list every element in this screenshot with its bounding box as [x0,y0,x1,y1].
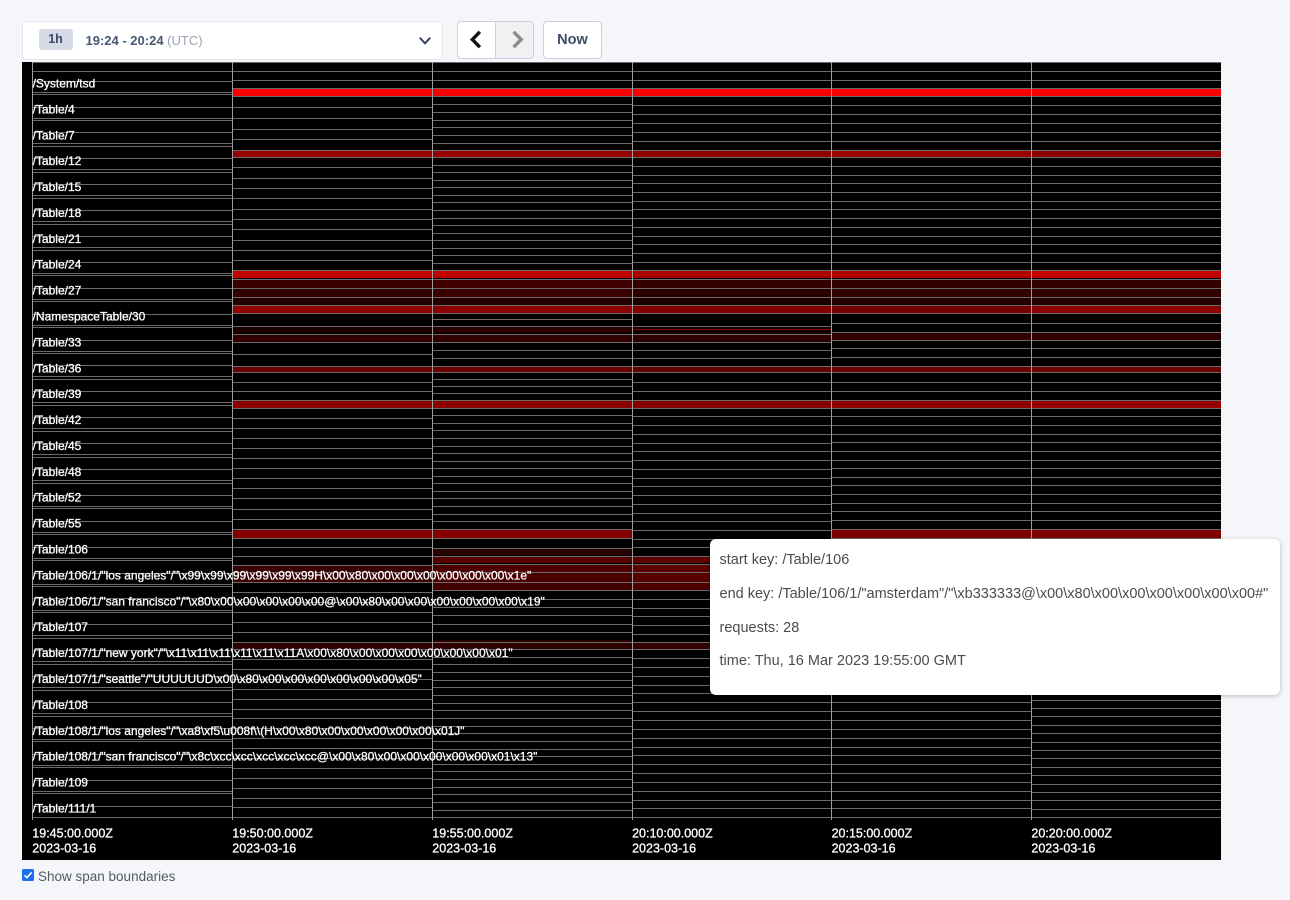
svg-text:/Table/27: /Table/27 [32,283,81,297]
svg-text:/Table/12: /Table/12 [32,154,81,168]
svg-text:/Table/36: /Table/36 [32,361,81,375]
svg-text:19:45:00.000Z: 19:45:00.000Z [32,826,113,840]
svg-text:/Table/55: /Table/55 [32,516,81,530]
svg-text:/Table/109: /Table/109 [32,775,88,789]
svg-text:/Table/4: /Table/4 [32,102,74,116]
svg-text:/Table/48: /Table/48 [32,464,81,478]
svg-text:/Table/111/1: /Table/111/1 [32,801,96,815]
svg-text:/Table/33: /Table/33 [32,335,81,349]
svg-text:/Table/45: /Table/45 [32,439,81,453]
svg-text:/Table/108/1/"san francisco"/": /Table/108/1/"san francisco"/"\x8c\xcc\x… [32,749,537,763]
svg-text:2023-03-16: 2023-03-16 [632,841,696,855]
svg-text:2023-03-16: 2023-03-16 [831,841,895,855]
svg-text:20:20:00.000Z: 20:20:00.000Z [1031,826,1112,840]
svg-text:/Table/39: /Table/39 [32,387,81,401]
svg-text:/Table/107: /Table/107 [32,620,88,634]
svg-text:20:10:00.000Z: 20:10:00.000Z [632,826,713,840]
svg-text:20:15:00.000Z: 20:15:00.000Z [831,826,912,840]
svg-text:/Table/107/1/"seattle"/"UUUUUU: /Table/107/1/"seattle"/"UUUUUUD\x00\x80\… [32,672,421,686]
svg-text:/Table/15: /Table/15 [32,180,81,194]
svg-text:/Table/52: /Table/52 [32,490,81,504]
svg-text:19:55:00.000Z: 19:55:00.000Z [432,826,513,840]
svg-text:2023-03-16: 2023-03-16 [432,841,496,855]
svg-text:/Table/24: /Table/24 [32,257,81,271]
svg-text:/Table/21: /Table/21 [32,231,81,245]
svg-text:19:50:00.000Z: 19:50:00.000Z [232,826,313,840]
svg-text:2023-03-16: 2023-03-16 [1031,841,1095,855]
svg-text:/Table/106/1/"los angeles"/"\x: /Table/106/1/"los angeles"/"\x99\x99\x99… [32,568,531,582]
svg-text:/NamespaceTable/30: /NamespaceTable/30 [32,309,145,323]
svg-text:/Table/106: /Table/106 [32,542,88,556]
svg-text:/Table/42: /Table/42 [32,413,81,427]
svg-text:/Table/108: /Table/108 [32,697,88,711]
svg-text:/Table/7: /Table/7 [32,128,74,142]
svg-text:/Table/18: /Table/18 [32,205,81,219]
svg-text:2023-03-16: 2023-03-16 [232,841,296,855]
svg-text:2023-03-16: 2023-03-16 [32,841,96,855]
svg-text:/System/tsd: /System/tsd [32,76,95,90]
svg-text:/Table/107/1/"new york"/"\x11\: /Table/107/1/"new york"/"\x11\x11\x11\x1… [32,646,512,660]
svg-text:/Table/106/1/"san francisco"/": /Table/106/1/"san francisco"/"\x80\x00\x… [32,594,544,608]
svg-text:/Table/108/1/"los angeles"/"\x: /Table/108/1/"los angeles"/"\xa8\xf5\u00… [32,723,464,737]
